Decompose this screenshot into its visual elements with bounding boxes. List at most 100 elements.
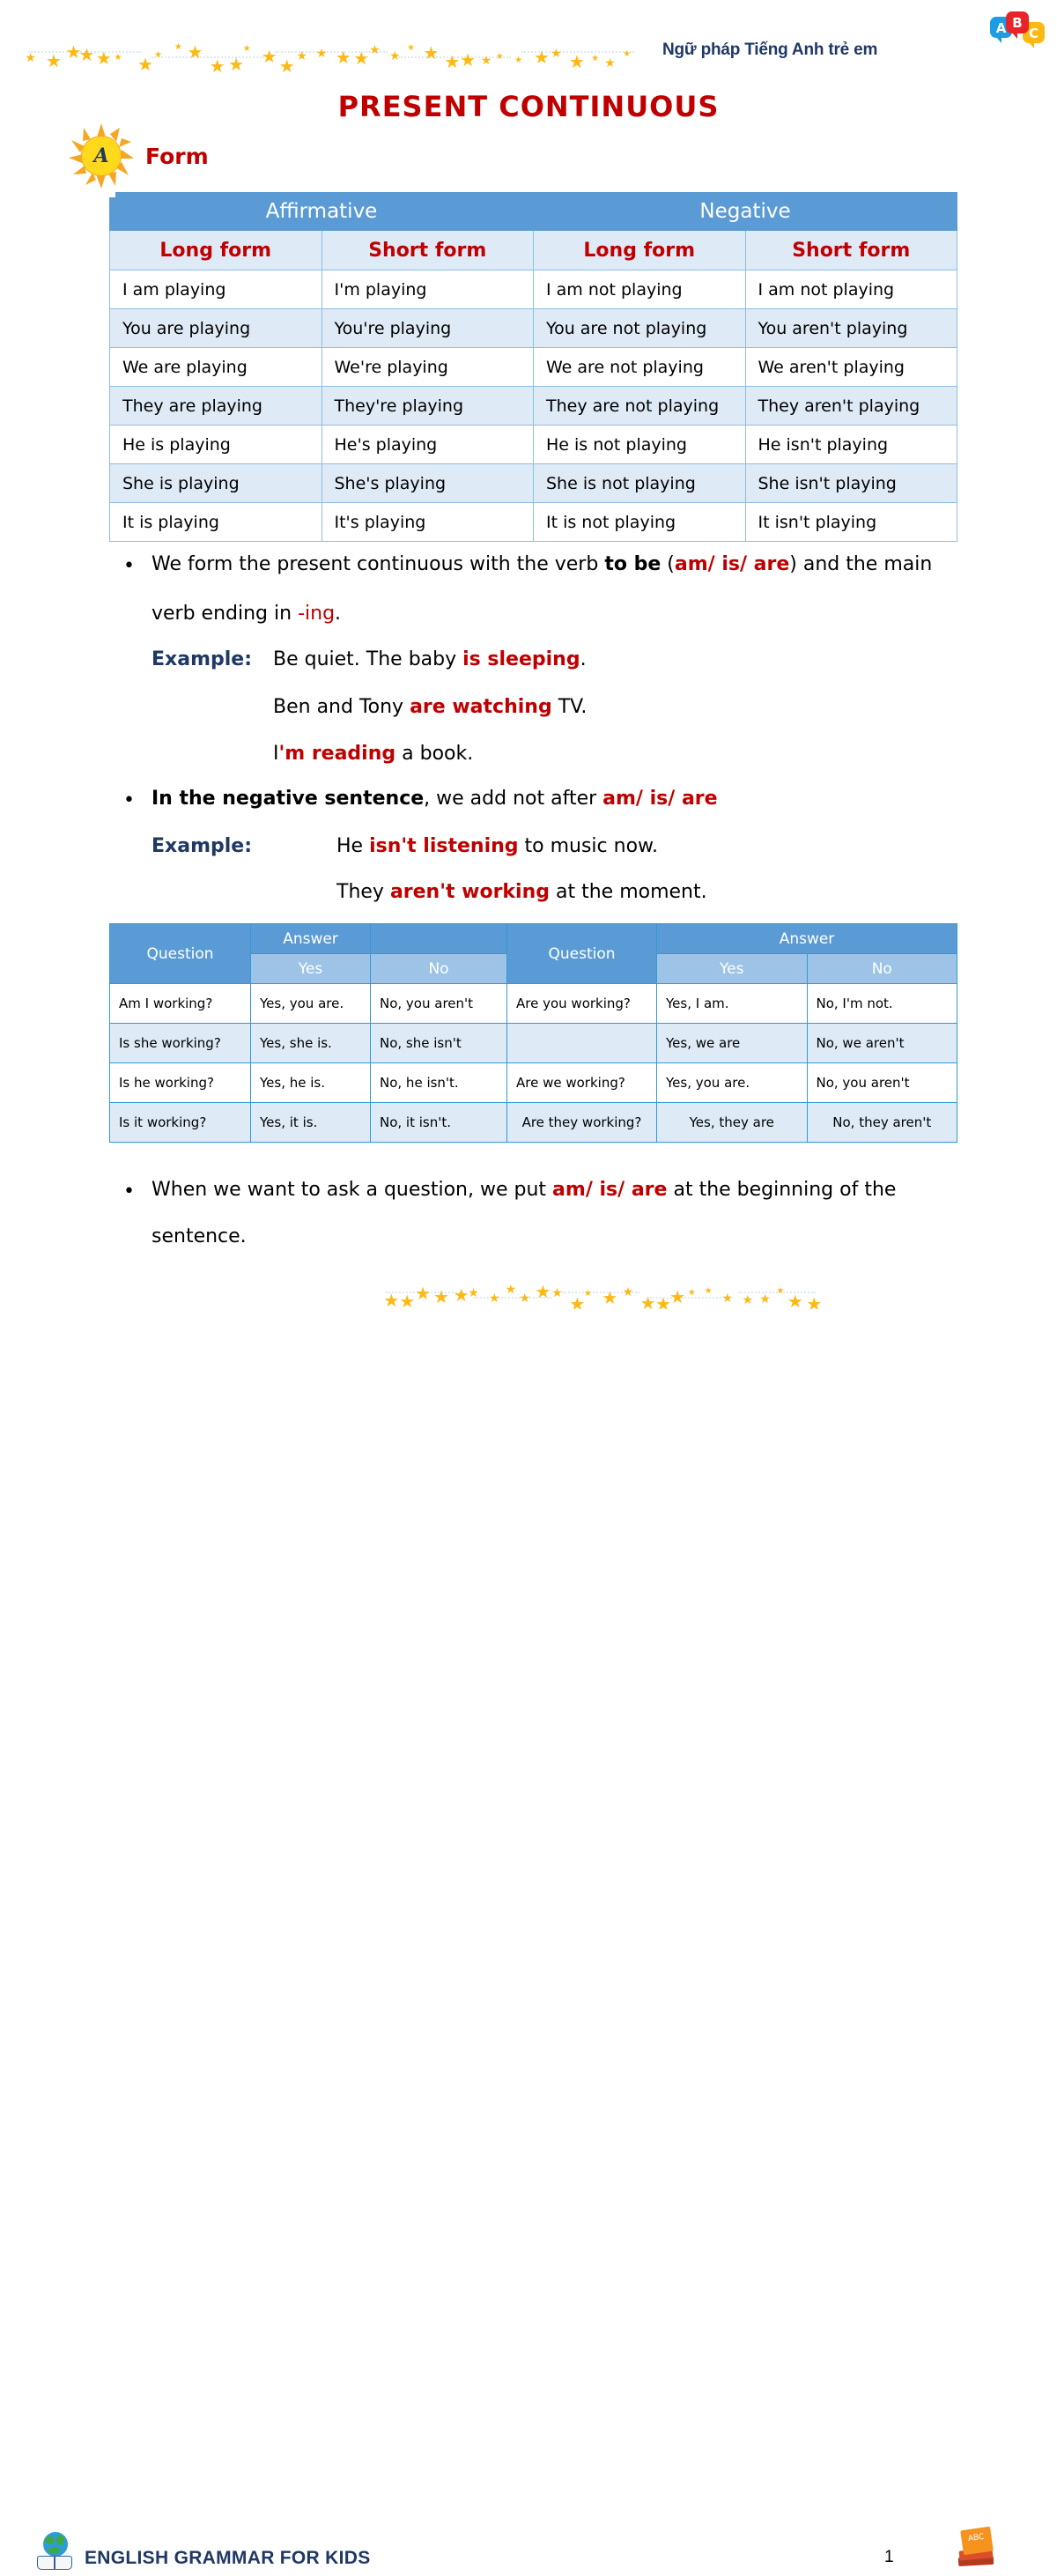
- star-icon: ★: [759, 1292, 771, 1307]
- star-icon: ★: [505, 1282, 517, 1297]
- header-corner-notch: [109, 192, 115, 197]
- star-icon: ★: [95, 47, 112, 69]
- table-row: It is playing It's playing It is not pla…: [109, 502, 957, 542]
- globe-book-icon: [35, 2530, 76, 2576]
- star-icon: ★: [335, 47, 351, 69]
- form-cell: She isn't playing: [744, 463, 957, 503]
- star-icon: ★: [551, 1285, 563, 1300]
- table-row: Am I working? Yes, you are. No, you aren…: [109, 983, 957, 1024]
- qa-cell-no: No, they aren't: [806, 1102, 957, 1143]
- star-icon: ★: [45, 49, 62, 71]
- star-icon: ★: [423, 42, 440, 64]
- table-row: She is playing She's playing She is not …: [109, 463, 957, 503]
- text-span: , we add not after: [424, 788, 603, 810]
- qa-cell-yes: Yes, we are: [656, 1023, 808, 1063]
- table-row: They are playing They're playing They ar…: [109, 386, 957, 426]
- table-row: You are playing You're playing You are n…: [109, 308, 957, 348]
- star-icon: ★: [114, 53, 122, 63]
- qa-cell-question: Am I working?: [109, 983, 251, 1024]
- table-header-row: Affirmative Negative: [109, 192, 957, 231]
- star-icon: ★: [623, 49, 632, 60]
- star-icon: ★: [460, 48, 477, 70]
- star-decoration-header: ★ ★ ★ ★ ★ ★ ★ ★ ★ ★ ★ ★ ★ ★ ★ ★ ★ ★ ★ ★ ★ ★ ★ ★ ★ ★ ★ ★ ★ ★ ★ ★ ★ ★: [23, 39, 648, 72]
- table-row: I am playing I'm playing I am not playin…: [109, 270, 957, 309]
- table-row: Is he working? Yes, he is. No, he isn't.…: [109, 1062, 957, 1103]
- text-span: .: [335, 603, 342, 625]
- wave-line: [28, 51, 141, 53]
- text-span: We form the present continuous with the …: [152, 553, 605, 575]
- wave-line: [275, 51, 388, 53]
- form-cell: You are playing: [109, 308, 322, 348]
- star-icon: ★: [174, 42, 182, 53]
- star-decoration-footer: ★ ★ ★ ★ ★ ★ ★ ★ ★ ★ ★ ★ ★ ★ ★ ★ ★ ★ ★ ★ ★ ★ ★ ★ ★ ★: [381, 1279, 830, 1309]
- star-icon: ★: [687, 1287, 696, 1298]
- bullet-1-line-1: We form the present continuous with the …: [152, 555, 997, 574]
- wave-line: [738, 1292, 816, 1293]
- table-row: Is it working? Yes, it is. No, it isn't.…: [109, 1102, 957, 1143]
- star-icon: ★: [388, 49, 401, 64]
- form-cell: We're playing: [321, 347, 534, 387]
- qa-cell-no: No, we aren't: [806, 1023, 957, 1063]
- form-header-affirmative: Affirmative: [109, 192, 534, 231]
- page-footer: ENGLISH GRAMMAR FOR KIDS ★ ★ ★ ★ ★ ★ ★ ★ ★ ★ ★ ★ ★ ★ ★…: [0, 1269, 1057, 2570]
- star-icon: ★: [242, 44, 251, 54]
- qa-cell-question: Are they working?: [506, 1102, 657, 1143]
- example-label-2: Example:: [152, 835, 252, 857]
- star-icon: ★: [669, 1285, 686, 1307]
- qa-subheader-yes-right: Yes: [656, 953, 808, 984]
- qa-cell-no: No, he isn't.: [370, 1062, 507, 1103]
- qa-cell-no: No, you aren't: [370, 983, 507, 1024]
- star-icon: ★: [369, 42, 381, 57]
- qa-cell-no: No, she isn't: [370, 1023, 507, 1063]
- bullet-3-line-1: When we want to ask a question, we put a…: [152, 1181, 896, 1200]
- bullet-1-line-2: verb ending in -ing.: [152, 604, 341, 624]
- page-number: 1: [884, 2548, 894, 2566]
- bullet-marker: •: [123, 555, 135, 577]
- qa-cell-no: No, I'm not.: [806, 983, 957, 1024]
- text-span: Be quiet. The baby: [273, 648, 463, 670]
- text-span: (: [661, 553, 675, 575]
- form-cell: She is not playing: [533, 463, 746, 503]
- text-span: ) and the main: [789, 553, 933, 575]
- example-1-line-3: I'm reading a book.: [273, 744, 473, 764]
- text-span: .: [580, 648, 587, 670]
- star-icon: ★: [433, 1286, 449, 1308]
- star-icon: ★: [488, 1291, 500, 1306]
- globe-icon: [43, 2532, 68, 2557]
- form-subheader-neg-long: Long form: [533, 230, 746, 270]
- text-span: Ben and Tony: [273, 696, 410, 718]
- star-icon: ★: [495, 52, 504, 63]
- star-icon: ★: [583, 1289, 592, 1299]
- qa-cell-question: Are we working?: [506, 1062, 657, 1103]
- form-cell: I am not playing: [744, 270, 957, 309]
- form-subheader-aff-short: Short form: [321, 230, 534, 270]
- star-icon: ★: [209, 56, 225, 72]
- form-cell: I am not playing: [533, 270, 746, 309]
- star-icon: ★: [415, 1283, 432, 1305]
- star-icon: ★: [187, 41, 203, 63]
- qa-cell-no: No, it isn't.: [370, 1102, 507, 1143]
- header-title: Ngữ pháp Tiếng Anh trẻ em: [662, 41, 878, 59]
- sun-icon: A: [69, 123, 134, 189]
- table-row: Is she working? Yes, she is. No, she isn…: [109, 1023, 957, 1063]
- form-cell: He isn't playing: [744, 425, 957, 464]
- star-icon: ★: [154, 49, 163, 60]
- text-span: He: [336, 835, 370, 857]
- wave-line: [562, 1292, 639, 1293]
- example-2-line-2: They aren't working at the moment.: [336, 883, 707, 902]
- qa-subheader-yes-left: Yes: [250, 953, 371, 984]
- example-label-1: Example:: [152, 648, 252, 670]
- wave-line: [398, 56, 511, 58]
- star-icon: ★: [639, 1292, 656, 1309]
- star-icon: ★: [591, 53, 600, 63]
- text-span: verb ending in: [152, 603, 299, 625]
- text-span-bold: to be: [604, 553, 662, 575]
- wave-line: [650, 1297, 728, 1299]
- star-icon: ★: [480, 53, 492, 68]
- example-1-line-1: Be quiet. The baby is sleeping.: [273, 650, 587, 670]
- text-span: at the beginning of the: [667, 1179, 897, 1201]
- table-header-row: Question Answer Question Answer: [109, 923, 957, 984]
- text-span-red: are watching: [410, 696, 552, 718]
- section-mark-letter: A: [93, 144, 109, 167]
- star-icon: ★: [468, 1285, 479, 1300]
